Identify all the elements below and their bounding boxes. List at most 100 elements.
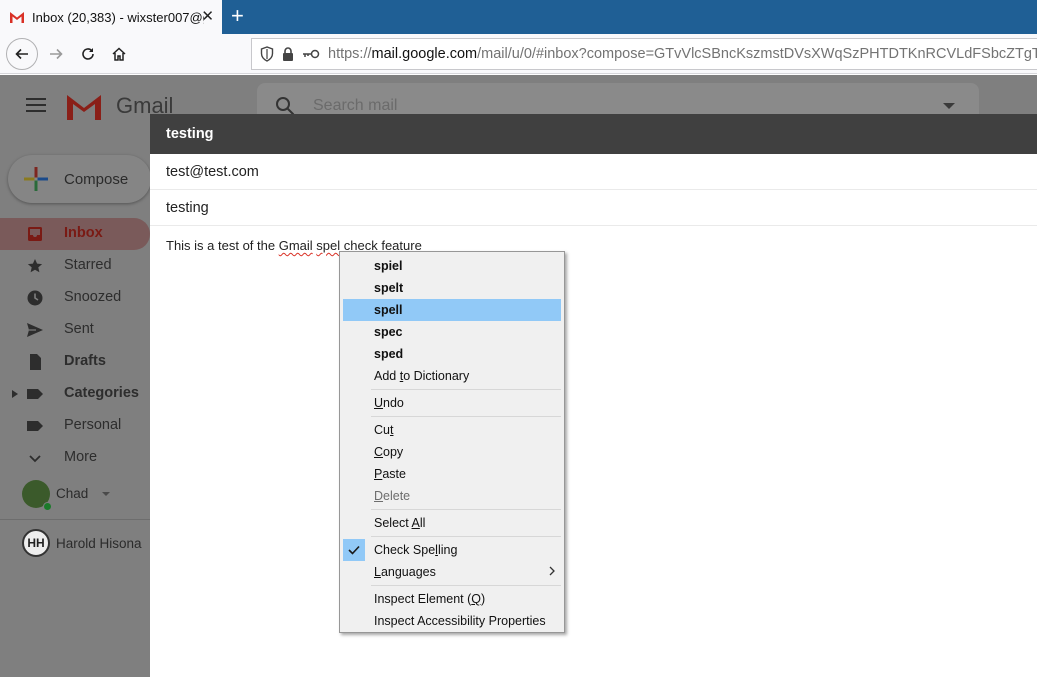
context-menu: spiel spelt spell spec sped Add to Dicti… bbox=[339, 251, 565, 633]
menu-item-label: Check Spelling bbox=[374, 543, 458, 557]
forward-button[interactable] bbox=[40, 38, 72, 70]
hangouts-user-name: Chad bbox=[56, 486, 89, 501]
message-body[interactable]: This is a test of the Gmail spel check f… bbox=[150, 226, 1037, 265]
menu-item-label: spell bbox=[374, 303, 403, 317]
body-text: This is a test of the bbox=[166, 238, 279, 253]
spelling-suggestion[interactable]: sped bbox=[343, 343, 561, 365]
back-button[interactable] bbox=[6, 38, 38, 70]
search-options-icon[interactable] bbox=[943, 103, 955, 109]
compose-window: testing test@test.com testing This is a … bbox=[150, 114, 1037, 677]
menu-item-label: Inspect Element (Q) bbox=[374, 592, 486, 606]
browser-nav-bar: https://mail.google.com/mail/u/0/#inbox?… bbox=[0, 34, 1037, 74]
reload-icon bbox=[82, 48, 94, 60]
menu-item-label: Delete bbox=[374, 489, 411, 503]
search-icon[interactable] bbox=[275, 96, 295, 116]
expand-arrow-icon[interactable] bbox=[12, 390, 18, 398]
divider bbox=[0, 519, 150, 520]
spelling-suggestion[interactable]: spiel bbox=[343, 255, 561, 277]
browser-tab-strip: Inbox (20,383) - wixster007@gm ✕ + bbox=[0, 0, 1037, 34]
compose-header[interactable]: testing bbox=[150, 114, 1037, 154]
sidebar-item-personal[interactable]: Personal bbox=[0, 410, 150, 442]
main-menu-icon[interactable] bbox=[26, 98, 46, 112]
avatar: HH bbox=[22, 529, 50, 557]
menu-separator bbox=[371, 389, 561, 390]
menu-item-label: spec bbox=[374, 325, 403, 339]
cut-item[interactable]: Cut bbox=[343, 419, 561, 441]
draft-icon bbox=[30, 354, 41, 370]
menu-separator bbox=[371, 509, 561, 510]
chevron-down-icon bbox=[29, 455, 41, 463]
chevron-down-icon[interactable] bbox=[102, 492, 110, 496]
inspect-accessibility-item[interactable]: Inspect Accessibility Properties bbox=[343, 610, 561, 632]
misspelled-word[interactable]: spel bbox=[316, 238, 340, 253]
menu-item-label: spelt bbox=[374, 281, 404, 295]
sidebar-item-drafts[interactable]: Drafts bbox=[0, 346, 150, 378]
url-text: https://mail.google.com/mail/u/0/#inbox?… bbox=[328, 46, 1037, 62]
delete-item: Delete bbox=[343, 485, 561, 507]
select-all-item[interactable]: Select All bbox=[343, 512, 561, 534]
arrow-right-icon bbox=[50, 48, 63, 60]
spelling-suggestion[interactable]: spell bbox=[343, 299, 561, 321]
recipient[interactable]: test@test.com bbox=[166, 164, 259, 180]
shield-icon[interactable] bbox=[260, 46, 274, 62]
plus-icon bbox=[24, 167, 48, 191]
lock-icon[interactable] bbox=[282, 47, 294, 61]
chevron-right-icon bbox=[549, 566, 555, 576]
compose-label: Compose bbox=[64, 170, 129, 188]
inbox-icon bbox=[28, 227, 42, 241]
close-tab-icon[interactable]: ✕ bbox=[201, 9, 214, 25]
sidebar-item-inbox[interactable]: Inbox bbox=[0, 218, 150, 250]
menu-item-label: Cut bbox=[374, 423, 394, 437]
languages-item[interactable]: Languages bbox=[343, 561, 561, 583]
browser-tab-inbox[interactable]: Inbox (20,383) - wixster007@gm ✕ bbox=[0, 0, 222, 34]
sidebar-item-more[interactable]: More bbox=[0, 442, 150, 474]
home-button[interactable] bbox=[103, 38, 135, 70]
sidebar-item-label: Inbox bbox=[64, 225, 103, 241]
compose-button[interactable]: Compose bbox=[8, 155, 151, 203]
clock-icon bbox=[27, 290, 43, 306]
menu-item-label: Inspect Accessibility Properties bbox=[374, 614, 546, 628]
url-bar[interactable]: https://mail.google.com/mail/u/0/#inbox?… bbox=[251, 38, 1037, 70]
sidebar-item-starred[interactable]: Starred bbox=[0, 250, 150, 282]
sidebar-item-sent[interactable]: Sent bbox=[0, 314, 150, 346]
spelling-suggestion[interactable]: spec bbox=[343, 321, 561, 343]
send-icon bbox=[27, 323, 43, 337]
subject-field[interactable]: testing bbox=[150, 190, 1037, 226]
url-host: mail.google.com bbox=[371, 46, 478, 62]
copy-item[interactable]: Copy bbox=[343, 441, 561, 463]
label-icon bbox=[27, 389, 43, 399]
check-spelling-item[interactable]: Check Spelling bbox=[343, 539, 561, 561]
to-field[interactable]: test@test.com bbox=[150, 154, 1037, 190]
home-icon bbox=[112, 47, 126, 61]
sidebar-item-categories[interactable]: Categories bbox=[0, 378, 150, 410]
subject-value: testing bbox=[166, 199, 209, 216]
menu-item-label: spiel bbox=[374, 259, 403, 273]
menu-item-label: Languages bbox=[374, 565, 436, 579]
search-input[interactable]: Search mail bbox=[313, 97, 397, 115]
sidebar-item-label: More bbox=[64, 449, 98, 465]
url-prefix: https:// bbox=[328, 46, 372, 62]
menu-item-label: Undo bbox=[374, 396, 404, 410]
sidebar-item-label: Sent bbox=[64, 321, 94, 337]
compose-title: testing bbox=[166, 126, 214, 142]
online-status-icon bbox=[43, 502, 52, 511]
undo-item[interactable]: Undo bbox=[343, 392, 561, 414]
menu-item-label: sped bbox=[374, 347, 404, 361]
sidebar-item-label: Snoozed bbox=[64, 289, 122, 305]
new-tab-icon[interactable]: + bbox=[231, 4, 244, 28]
spelling-suggestion[interactable]: spelt bbox=[343, 277, 561, 299]
checkmark-icon bbox=[343, 539, 365, 561]
paste-item[interactable]: Paste bbox=[343, 463, 561, 485]
sidebar-item-label: Starred bbox=[64, 257, 112, 273]
reload-button[interactable] bbox=[72, 38, 104, 70]
menu-item-label: Add to Dictionary bbox=[374, 369, 470, 383]
sidebar-item-snoozed[interactable]: Snoozed bbox=[0, 282, 150, 314]
menu-separator bbox=[371, 585, 561, 586]
gmail-logo-icon bbox=[67, 95, 101, 120]
add-to-dictionary-item[interactable]: Add to Dictionary bbox=[343, 365, 561, 387]
key-icon[interactable] bbox=[302, 49, 320, 59]
inspect-element-item[interactable]: Inspect Element (Q) bbox=[343, 588, 561, 610]
menu-item-label: Copy bbox=[374, 445, 404, 459]
misspelled-word[interactable]: Gmail bbox=[279, 238, 313, 253]
sidebar-item-label: Personal bbox=[64, 417, 122, 433]
